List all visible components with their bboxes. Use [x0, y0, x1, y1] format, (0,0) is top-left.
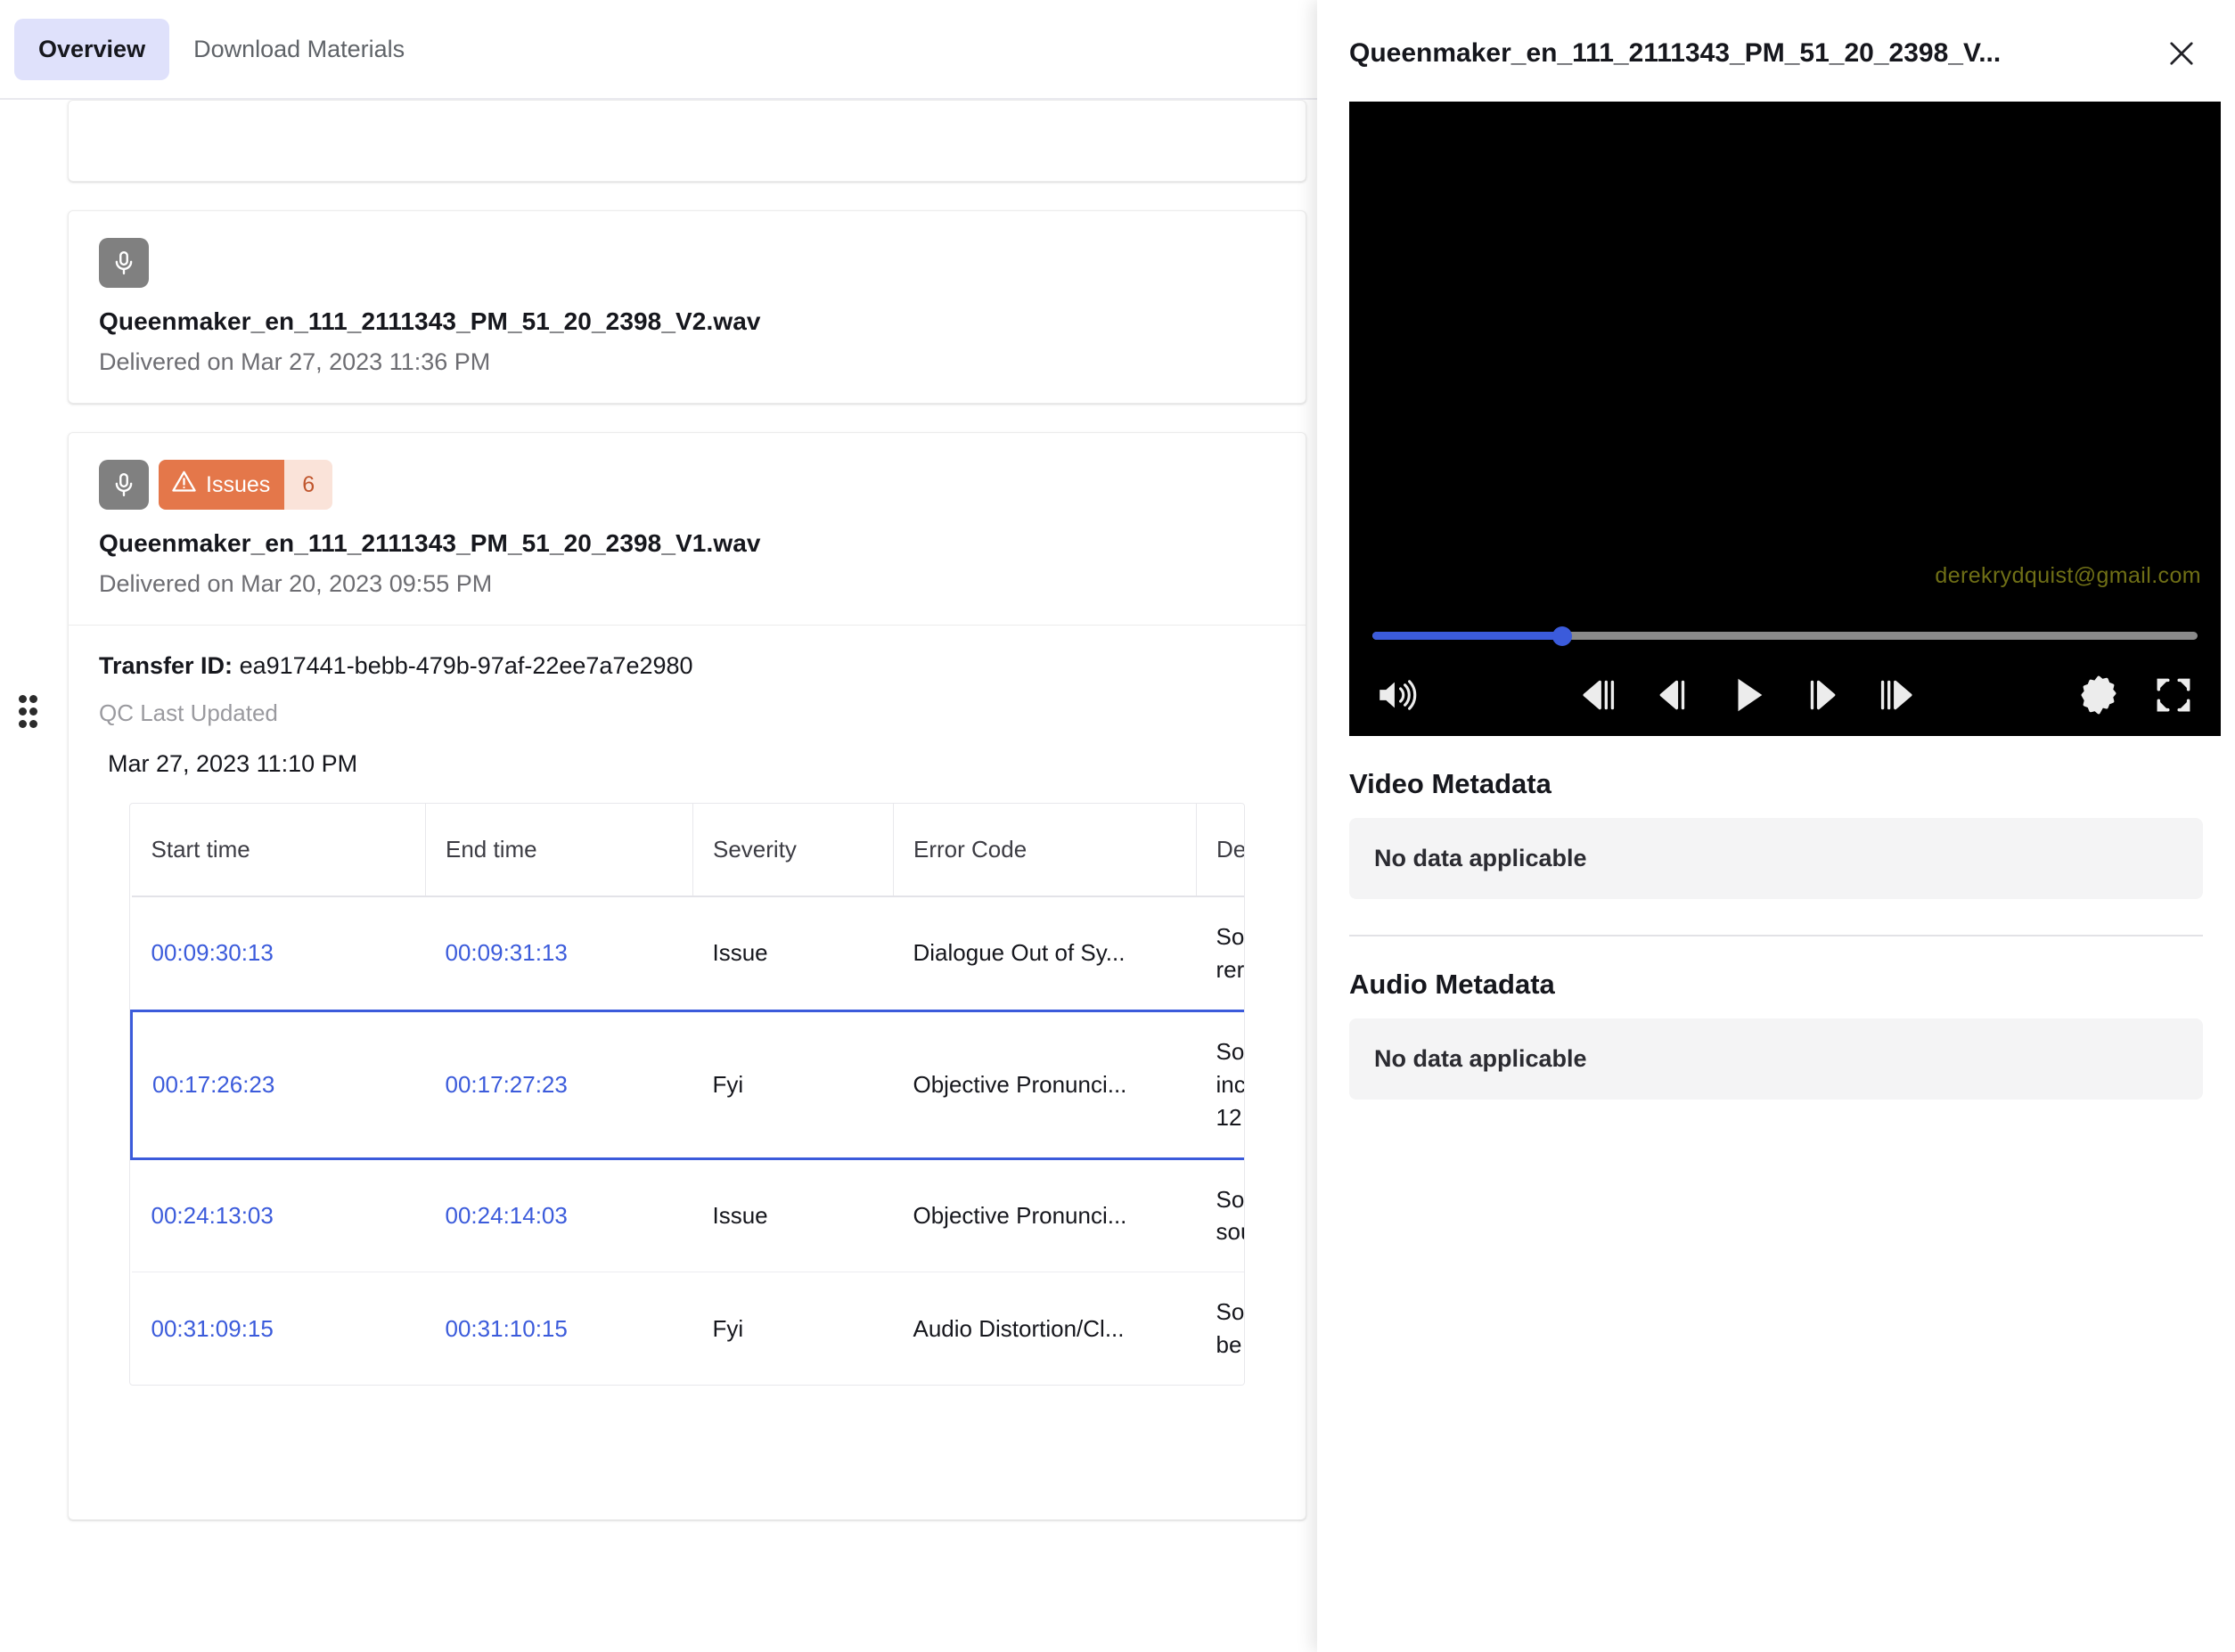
video-player[interactable]: derekrydquist@gmail.com	[1349, 102, 2221, 736]
deliverable-card-v2[interactable]: Queenmaker_en_111_2111343_PM_51_20_2398_…	[68, 210, 1306, 404]
cell-severity: Fyi	[692, 1009, 894, 1160]
transfer-id-value: ea917441-bebb-479b-97af-22ee7a7e2980	[239, 652, 693, 679]
panel-title: Queenmaker_en_111_2111343_PM_51_20_2398_…	[1349, 38, 2002, 68]
video-progress-knob[interactable]	[1551, 626, 1572, 646]
fullscreen-icon[interactable]	[2151, 673, 2196, 717]
audio-metadata-section: Audio Metadata No data applicable	[1317, 969, 2235, 1100]
tab-overview[interactable]: Overview	[14, 18, 170, 80]
video-controls	[1349, 670, 2221, 720]
play-icon[interactable]	[1723, 670, 1772, 720]
cell-error-code: Dialogue Out of Sy...	[893, 896, 1197, 1011]
deliverable-card-list: Queenmaker_en_111_2111343_PM_51_20_2398_…	[68, 100, 1306, 1549]
transport-controls	[1576, 670, 1919, 720]
transfer-id-label: Transfer ID:	[99, 652, 233, 679]
cell-description: Source audio: 그 guarantee you'll seems t…	[1196, 1272, 1244, 1386]
qc-table: Start time End time Severity Error Code …	[130, 804, 1244, 1386]
cell-error-code: Objective Pronunci...	[893, 1009, 1197, 1160]
transfer-id: Transfer ID: ea917441-bebb-479b-97af-22e…	[99, 652, 1275, 680]
cell-start-time[interactable]: 00:17:26:23	[130, 1009, 426, 1160]
cell-error-code: Objective Pronunci...	[893, 1158, 1197, 1273]
delivered-timestamp: Delivered on Mar 20, 2023 09:55 PM	[99, 570, 493, 597]
end-time-link[interactable]: 00:31:10:15	[446, 1315, 568, 1342]
cell-severity: Issue	[692, 896, 894, 1011]
start-time-link[interactable]: 00:31:09:15	[151, 1315, 274, 1342]
watermark-email: derekrydquist@gmail.com	[1935, 563, 2201, 588]
overview-scroll-pane[interactable]: Queenmaker_en_111_2111343_PM_51_20_2398_…	[0, 100, 1317, 1652]
cell-error-code: Audio Distortion/Cl...	[893, 1272, 1197, 1386]
cell-end-time[interactable]: 00:24:14:03	[425, 1158, 693, 1273]
audio-metadata-value: No data applicable	[1349, 1018, 2203, 1100]
tab-bar: Overview Download Materials	[0, 0, 1317, 100]
drag-handle-dots-icon[interactable]	[16, 694, 39, 728]
cell-end-time[interactable]: 00:17:27:23	[425, 1009, 693, 1160]
step-forward-icon[interactable]	[1801, 673, 1846, 717]
cell-end-time[interactable]: 00:09:31:13	[425, 896, 693, 1011]
video-metadata-section: Video Metadata No data applicable	[1317, 768, 2235, 899]
step-forward-many-icon[interactable]	[1874, 673, 1919, 717]
volume-icon[interactable]	[1374, 673, 1419, 717]
column-header-severity[interactable]: Severity	[692, 804, 894, 897]
table-row[interactable]: 00:17:26:23 00:17:27:23 Fyi Objective Pr…	[130, 1009, 1244, 1160]
microphone-icon	[99, 238, 149, 288]
file-name: Queenmaker_en_111_2111343_PM_51_20_2398_…	[99, 529, 761, 557]
tab-download-materials[interactable]: Download Materials	[169, 19, 429, 80]
qc-table-container[interactable]: Start time End time Severity Error Code …	[129, 803, 1245, 1386]
cell-description: Source audio: 밑자 emerge and grow may sou…	[1196, 1158, 1244, 1273]
cell-description: Source audio: 몰0 faced lies. Issue: rere…	[1196, 896, 1244, 1011]
divider	[1349, 935, 2203, 936]
warning-triangle-icon	[171, 469, 197, 501]
deliverable-card-v1[interactable]: Issues 6 Queenmaker_en_111_2111343_PM_51…	[68, 432, 1306, 1521]
video-progress-fill	[1372, 632, 1562, 640]
start-time-link[interactable]: 00:24:13:03	[151, 1202, 274, 1229]
media-detail-panel: Queenmaker_en_111_2111343_PM_51_20_2398_…	[1317, 0, 2235, 1652]
cell-start-time[interactable]: 00:09:30:13	[131, 896, 426, 1011]
close-icon[interactable]	[2158, 30, 2205, 77]
cell-severity: Issue	[692, 1158, 894, 1273]
column-header-description[interactable]: Description	[1196, 804, 1244, 897]
video-metadata-title: Video Metadata	[1349, 768, 1551, 799]
qc-last-updated-value: Mar 27, 2023 11:10 PM	[108, 750, 358, 777]
start-time-link[interactable]: 00:09:30:13	[151, 939, 274, 966]
table-row[interactable]: 00:24:13:03 00:24:14:03 Issue Objective …	[131, 1158, 1244, 1273]
column-header-error-code[interactable]: Error Code	[893, 804, 1197, 897]
table-row[interactable]: 00:09:30:13 00:09:31:13 Issue Dialogue O…	[131, 896, 1244, 1011]
player-right-controls	[2076, 673, 2196, 717]
qc-last-updated-label: QC Last Updated	[99, 699, 278, 726]
end-time-link[interactable]: 00:24:14:03	[446, 1202, 568, 1229]
cell-severity: Fyi	[692, 1272, 894, 1386]
chip-row: Issues 6	[99, 460, 1275, 510]
column-header-start-time[interactable]: Start time	[131, 804, 426, 897]
table-header-row: Start time End time Severity Error Code …	[131, 804, 1244, 897]
deliverable-card-empty[interactable]	[68, 100, 1306, 182]
cell-start-time[interactable]: 00:31:09:15	[131, 1272, 426, 1386]
cell-start-time[interactable]: 00:24:13:03	[131, 1158, 426, 1273]
video-metadata-value: No data applicable	[1349, 818, 2203, 899]
step-back-many-icon[interactable]	[1576, 673, 1621, 717]
video-progress-bar[interactable]	[1372, 626, 2198, 646]
table-row[interactable]: 00:31:09:15 00:31:10:15 Fyi Audio Distor…	[131, 1272, 1244, 1386]
cell-description: Source audio: 시민 비난과 함께 사퇴를 incensed... …	[1196, 1009, 1244, 1160]
issues-count: 6	[284, 460, 333, 510]
step-back-icon[interactable]	[1650, 673, 1694, 717]
cell-end-time[interactable]: 00:31:10:15	[425, 1272, 693, 1386]
chip-row	[99, 238, 1275, 288]
end-time-link[interactable]: 00:09:31:13	[446, 939, 568, 966]
status-badge-issues[interactable]: Issues 6	[159, 460, 333, 510]
issues-label: Issues	[206, 471, 271, 497]
file-name: Queenmaker_en_111_2111343_PM_51_20_2398_…	[99, 307, 761, 335]
panel-header: Queenmaker_en_111_2111343_PM_51_20_2398_…	[1317, 0, 2235, 102]
column-header-end-time[interactable]: End time	[425, 804, 693, 897]
gear-icon[interactable]	[2076, 673, 2121, 717]
microphone-icon	[99, 460, 149, 510]
card-bottom-spacer	[99, 1386, 1275, 1519]
start-time-link[interactable]: 00:17:26:23	[152, 1071, 274, 1098]
delivered-timestamp: Delivered on Mar 27, 2023 11:36 PM	[99, 348, 491, 375]
audio-metadata-title: Audio Metadata	[1349, 969, 1555, 1000]
qc-section: Transfer ID: ea917441-bebb-479b-97af-22e…	[69, 626, 1306, 1519]
end-time-link[interactable]: 00:17:27:23	[446, 1071, 568, 1098]
